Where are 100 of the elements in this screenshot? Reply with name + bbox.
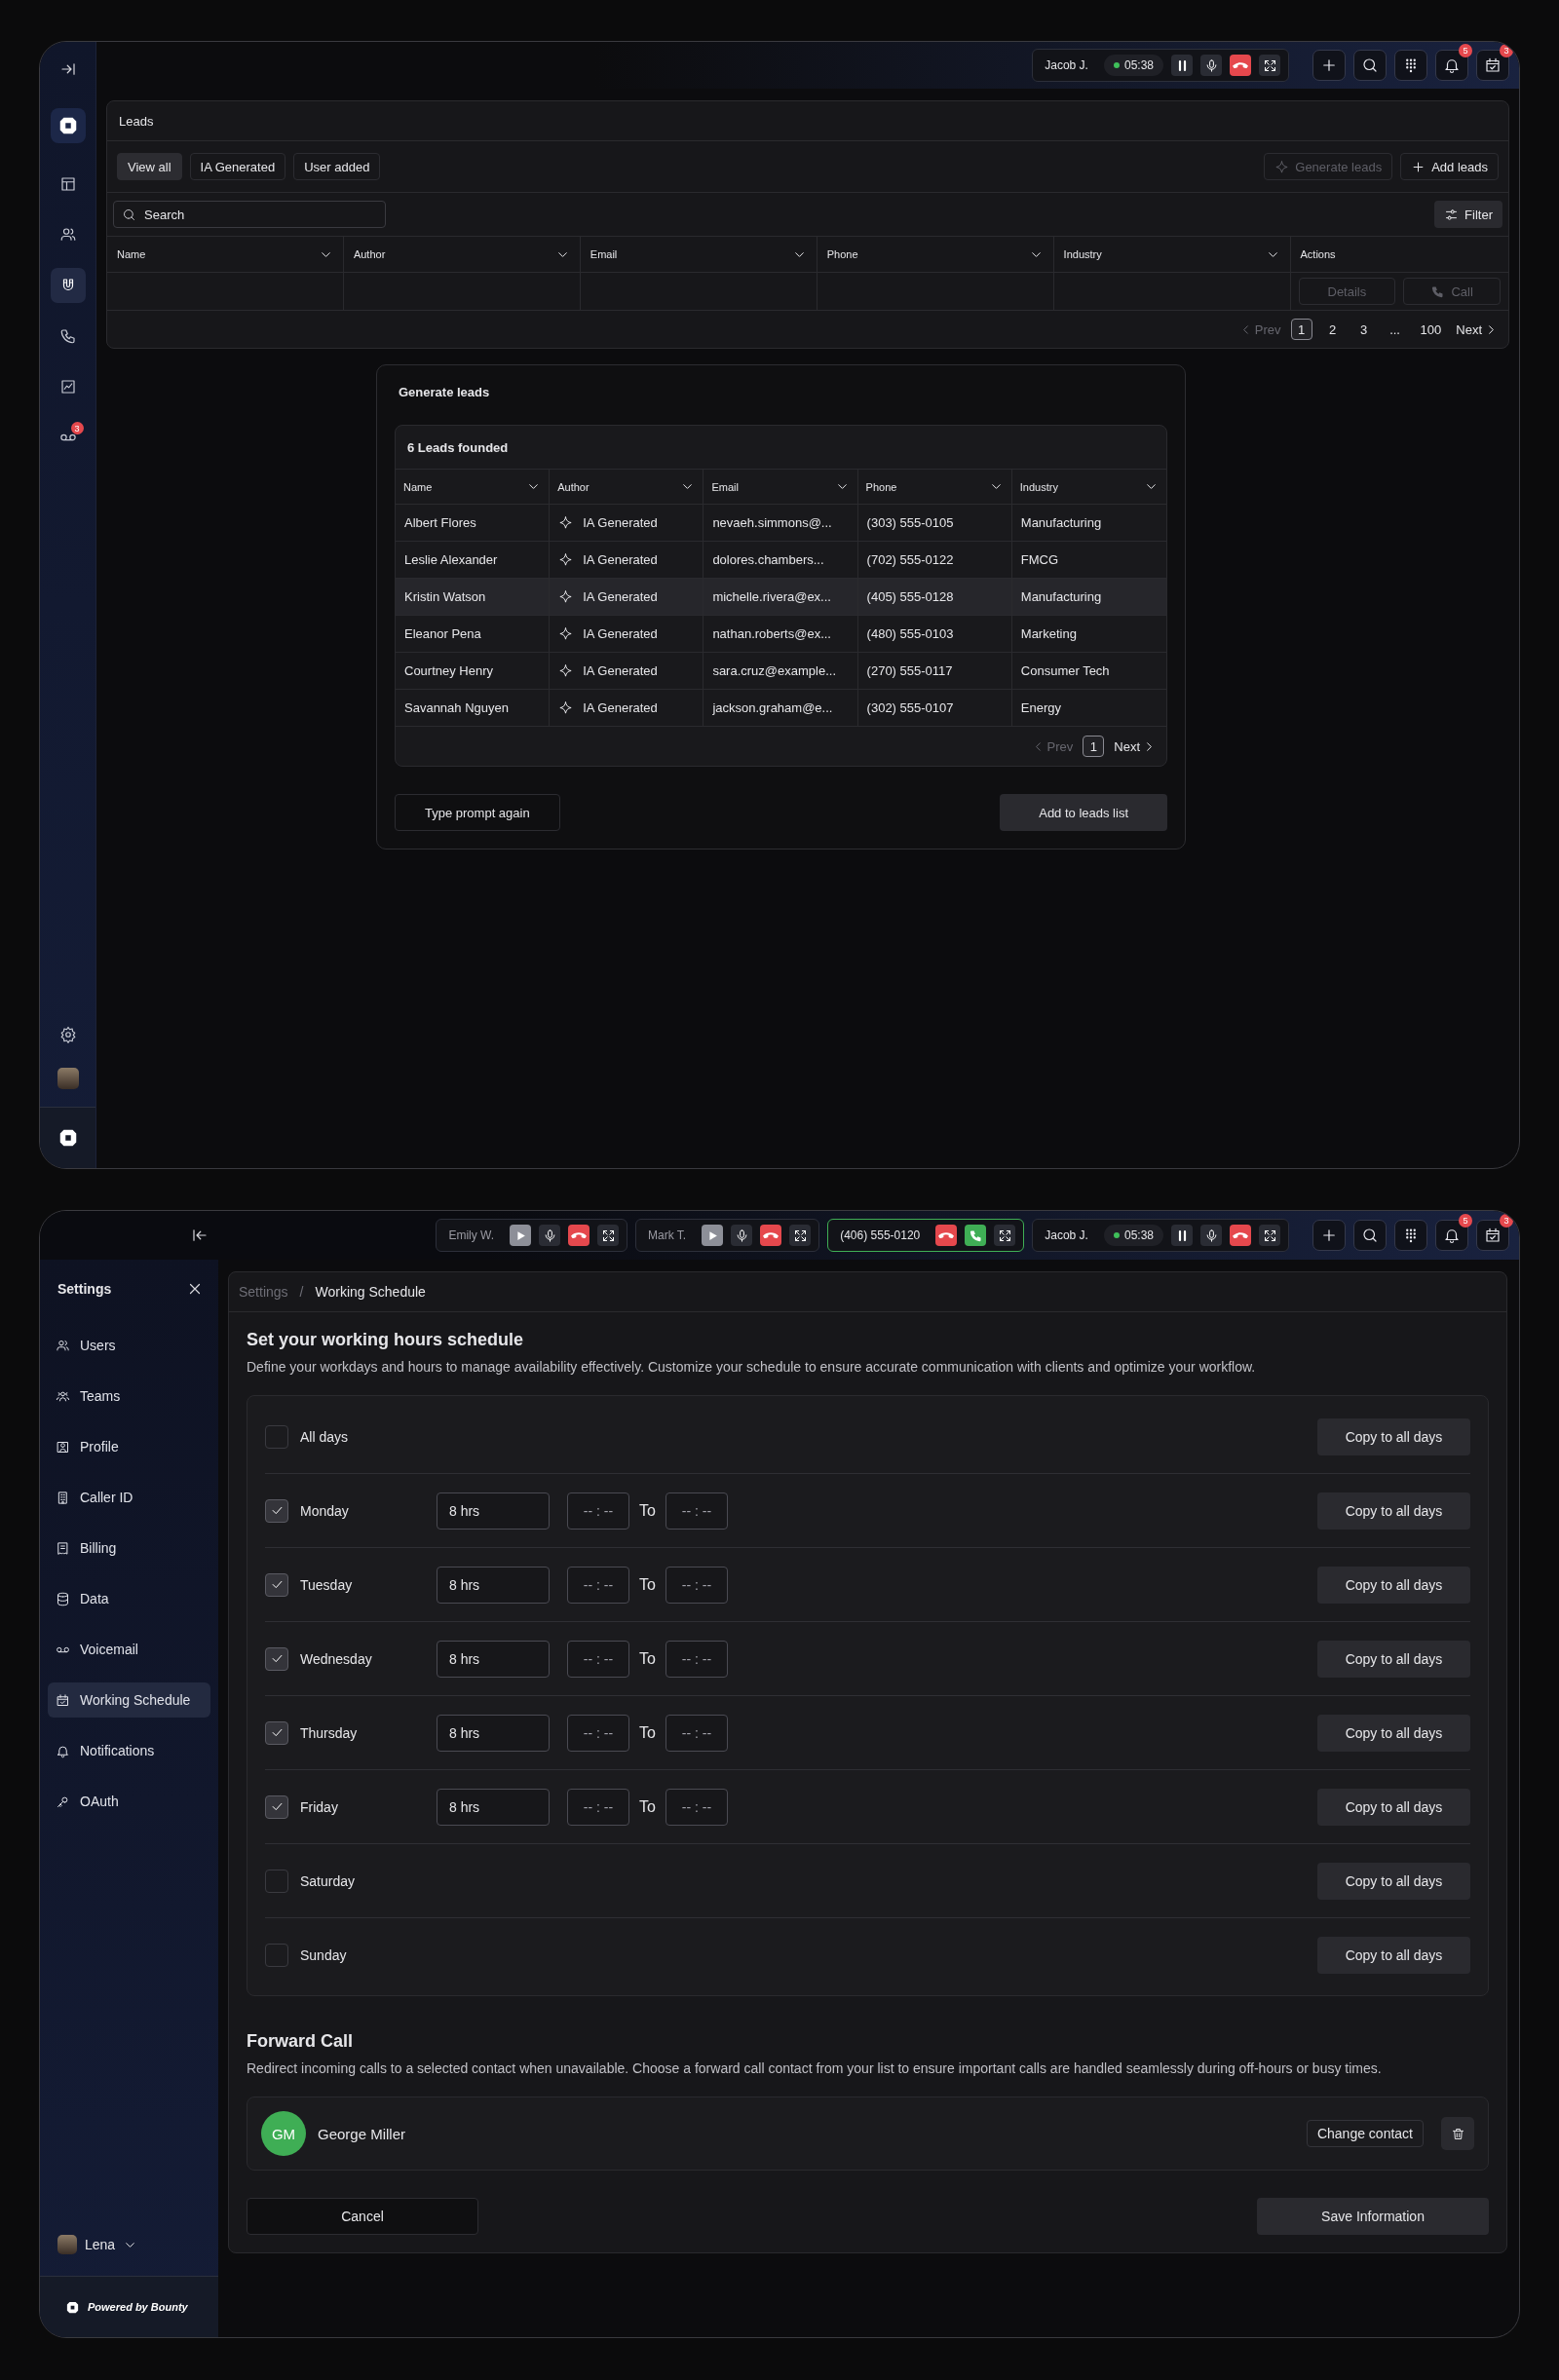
hours-field[interactable]: 8 hrs bbox=[437, 1492, 550, 1530]
page-button[interactable]: 1 bbox=[1083, 736, 1105, 757]
add-to-leads-list-button[interactable]: Add to leads list bbox=[1000, 794, 1167, 831]
hang-up-button[interactable] bbox=[760, 1225, 782, 1246]
settings-nav-item[interactable]: Voicemail bbox=[48, 1632, 210, 1667]
breadcrumb-item[interactable]: Settings bbox=[239, 1284, 288, 1300]
column-header[interactable]: Actions bbox=[1290, 237, 1508, 273]
hours-field[interactable]: 8 hrs bbox=[437, 1714, 550, 1752]
hang-up-button[interactable] bbox=[1230, 55, 1251, 76]
add-leads-button[interactable]: Add leads bbox=[1400, 153, 1499, 180]
start-time-field[interactable]: -- : -- bbox=[567, 1640, 629, 1678]
settings-nav-item[interactable]: Caller ID bbox=[48, 1480, 210, 1515]
hang-up-button[interactable] bbox=[568, 1225, 590, 1246]
mute-button[interactable] bbox=[1200, 55, 1222, 76]
page-button[interactable]: 3 bbox=[1352, 319, 1375, 340]
pause-button[interactable] bbox=[1171, 55, 1193, 76]
filter-button[interactable]: Filter bbox=[1434, 201, 1502, 228]
end-time-field[interactable]: -- : -- bbox=[665, 1640, 728, 1678]
end-time-field[interactable]: -- : -- bbox=[665, 1788, 728, 1826]
next-page-button[interactable]: Next bbox=[1114, 738, 1157, 754]
start-time-field[interactable]: -- : -- bbox=[567, 1566, 629, 1604]
page-button[interactable]: 100 bbox=[1415, 319, 1447, 340]
column-header[interactable]: Phone bbox=[857, 470, 1012, 505]
checkbox[interactable] bbox=[265, 1424, 288, 1449]
user-menu[interactable]: Lena bbox=[40, 2225, 218, 2264]
filter-tab[interactable]: View all bbox=[117, 153, 182, 180]
table-row[interactable]: Savannah Nguyen IA Generated jackson.graham@e... (302) 555-0107 Energy bbox=[396, 690, 1166, 727]
hours-field[interactable]: 8 hrs bbox=[437, 1788, 550, 1826]
checkbox[interactable] bbox=[265, 1869, 288, 1893]
start-time-field[interactable]: -- : -- bbox=[567, 1788, 629, 1826]
type-prompt-again-button[interactable]: Type prompt again bbox=[395, 794, 560, 831]
checkbox[interactable] bbox=[265, 1572, 288, 1597]
search-button[interactable] bbox=[1353, 1220, 1387, 1251]
add-button[interactable] bbox=[1312, 50, 1346, 81]
copy-to-all-days-button[interactable]: Copy to all days bbox=[1317, 1936, 1470, 1974]
start-time-field[interactable]: -- : -- bbox=[567, 1714, 629, 1752]
settings-nav-item[interactable]: Users bbox=[48, 1328, 210, 1363]
hours-field[interactable]: 8 hrs bbox=[437, 1566, 550, 1604]
change-contact-button[interactable]: Change contact bbox=[1306, 2120, 1424, 2148]
notifications-button[interactable] bbox=[1435, 1220, 1468, 1251]
copy-to-all-days-button[interactable]: Copy to all days bbox=[1317, 1640, 1470, 1678]
dialpad-button[interactable] bbox=[1394, 1220, 1427, 1251]
end-time-field[interactable]: -- : -- bbox=[665, 1492, 728, 1530]
table-row[interactable]: Albert Flores IA Generated nevaeh.simmons@... (303) 555-0105 Manufacturing bbox=[396, 505, 1166, 542]
hours-field[interactable]: 8 hrs bbox=[437, 1640, 550, 1678]
expand-button[interactable] bbox=[994, 1225, 1016, 1246]
filter-tab[interactable]: IA Generated bbox=[189, 153, 286, 180]
accept-button[interactable] bbox=[965, 1225, 987, 1246]
copy-to-all-days-button[interactable]: Copy to all days bbox=[1317, 1492, 1470, 1530]
copy-to-all-days-button[interactable]: Copy to all days bbox=[1317, 1788, 1470, 1826]
column-header[interactable]: Email bbox=[580, 237, 818, 273]
column-header[interactable]: Author bbox=[343, 237, 581, 273]
nav-item[interactable]: 3 bbox=[50, 420, 86, 455]
copy-to-all-days-button[interactable]: Copy to all days bbox=[1317, 1714, 1470, 1752]
settings-nav-item[interactable]: Teams bbox=[48, 1379, 210, 1414]
cancel-button[interactable]: Cancel bbox=[247, 2198, 478, 2236]
page-button[interactable]: ... bbox=[1384, 319, 1406, 340]
column-header[interactable]: Name bbox=[107, 237, 344, 273]
resume-button[interactable] bbox=[702, 1225, 724, 1246]
table-row[interactable]: Eleanor Pena IA Generated nathan.roberts@ex... (480) 555-0103 Marketing bbox=[396, 616, 1166, 653]
add-button[interactable] bbox=[1312, 1220, 1346, 1251]
mute-button[interactable] bbox=[539, 1225, 561, 1246]
column-header[interactable]: Name bbox=[396, 470, 551, 505]
calendar-button[interactable] bbox=[1476, 1220, 1509, 1251]
checkbox[interactable] bbox=[265, 1720, 288, 1745]
end-time-field[interactable]: -- : -- bbox=[665, 1714, 728, 1752]
page-button[interactable]: 1 bbox=[1290, 319, 1312, 340]
settings-nav-item[interactable]: Notifications bbox=[48, 1733, 210, 1768]
copy-to-all-days-button[interactable]: Copy to all days bbox=[1317, 1417, 1470, 1455]
column-header[interactable]: Industry bbox=[1011, 470, 1166, 505]
column-header[interactable]: Author bbox=[550, 470, 704, 505]
dialpad-button[interactable] bbox=[1394, 50, 1427, 81]
mute-button[interactable] bbox=[731, 1225, 753, 1246]
filter-tab[interactable]: User added bbox=[293, 153, 381, 180]
settings-nav-item[interactable]: Data bbox=[48, 1581, 210, 1616]
avatar[interactable] bbox=[57, 1068, 79, 1089]
column-header[interactable]: Email bbox=[703, 470, 858, 505]
resume-button[interactable] bbox=[510, 1225, 532, 1246]
end-time-field[interactable]: -- : -- bbox=[665, 1566, 728, 1604]
column-header[interactable]: Industry bbox=[1053, 237, 1291, 273]
page-button[interactable]: 2 bbox=[1321, 319, 1344, 340]
checkbox[interactable] bbox=[265, 1943, 288, 1967]
settings-nav-item[interactable]: Profile bbox=[48, 1429, 210, 1464]
calendar-button[interactable] bbox=[1476, 50, 1509, 81]
search-field[interactable]: Search bbox=[113, 201, 386, 228]
mute-button[interactable] bbox=[1200, 1225, 1222, 1246]
copy-to-all-days-button[interactable]: Copy to all days bbox=[1317, 1862, 1470, 1900]
copy-to-all-days-button[interactable]: Copy to all days bbox=[1317, 1566, 1470, 1604]
hang-up-button[interactable] bbox=[1230, 1225, 1251, 1246]
nav-item[interactable] bbox=[50, 268, 86, 303]
expand-button[interactable] bbox=[1259, 1225, 1280, 1246]
table-row[interactable]: Courtney Henry IA Generated sara.cruz@example... (270) 555-0117 Consumer Tech bbox=[396, 653, 1166, 690]
delete-button[interactable] bbox=[1441, 2117, 1474, 2151]
start-time-field[interactable]: -- : -- bbox=[567, 1492, 629, 1530]
save-button[interactable]: Save Information bbox=[1257, 2198, 1489, 2236]
next-page-button[interactable]: Next bbox=[1456, 321, 1499, 337]
settings-nav-item[interactable]: Working Schedule bbox=[48, 1682, 210, 1718]
checkbox[interactable] bbox=[265, 1498, 288, 1523]
search-button[interactable] bbox=[1353, 50, 1387, 81]
pause-button[interactable] bbox=[1171, 1225, 1193, 1246]
